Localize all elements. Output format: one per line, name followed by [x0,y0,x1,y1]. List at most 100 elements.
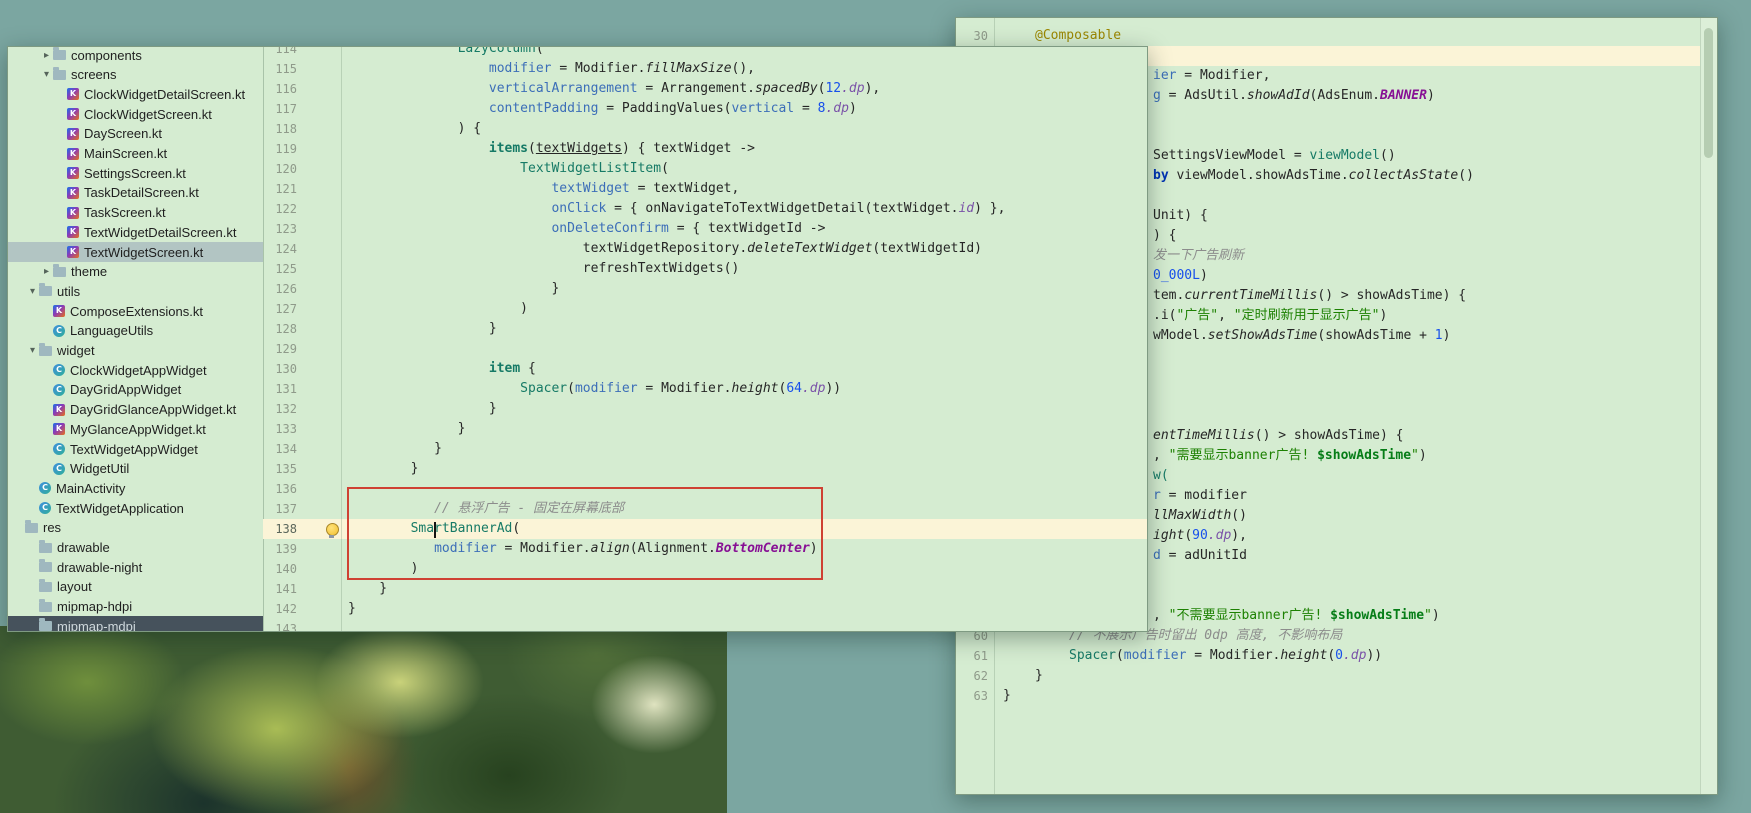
right-code-row-52[interactable]: w( [1153,466,1169,486]
intention-bulb-icon[interactable] [326,523,339,536]
code-line-130[interactable]: item { [348,359,536,379]
line-number-141[interactable]: 141 [263,579,297,599]
tree-item-settingsscreen-kt[interactable]: KSettingsScreen.kt [8,163,263,183]
code-line-142[interactable]: } [348,599,356,619]
code-line-124[interactable]: textWidgetRepository.deleteTextWidget(te… [348,239,982,259]
tree-item-res[interactable]: res [8,518,263,538]
code-line-116[interactable]: verticalArrangement = Arrangement.spaced… [348,79,880,99]
tree-item-layout[interactable]: layout [8,577,263,597]
tree-item-composeextensions-kt[interactable]: KComposeExtensions.kt [8,301,263,321]
code-line-128[interactable]: } [348,319,497,339]
chevron-right-icon[interactable]: ▸ [40,266,53,277]
line-number-137[interactable]: 137 [263,499,297,519]
code-line-122[interactable]: onClick = { onNavigateToTextWidgetDetail… [348,199,1005,219]
line-number-30[interactable]: 30 [956,26,988,46]
code-line-134[interactable]: } [348,439,442,459]
line-number-114[interactable]: 114 [263,46,297,59]
line-number-131[interactable]: 131 [263,379,297,399]
code-line-117[interactable]: contentPadding = PaddingValues(vertical … [348,99,857,119]
right-code-row-61[interactable]: Spacer(modifier = Modifier.height(0.dp)) [1069,646,1382,666]
tree-item-dayscreen-kt[interactable]: KDayScreen.kt [8,124,263,144]
tree-item-clockwidgetdetailscreen-kt[interactable]: KClockWidgetDetailScreen.kt [8,84,263,104]
tree-item-widgetutil[interactable]: CWidgetUtil [8,459,263,479]
line-number-143[interactable]: 143 [263,619,297,632]
line-number-124[interactable]: 124 [263,239,297,259]
tree-item-languageutils[interactable]: CLanguageUtils [8,321,263,341]
line-number-63[interactable]: 63 [956,686,988,706]
code-line-123[interactable]: onDeleteConfirm = { textWidgetId -> [348,219,825,239]
line-number-119[interactable]: 119 [263,139,297,159]
line-number-130[interactable]: 130 [263,359,297,379]
code-line-126[interactable]: } [348,279,559,299]
line-number-128[interactable]: 128 [263,319,297,339]
line-number-139[interactable]: 139 [263,539,297,559]
tree-item-mipmap-mdpi[interactable]: mipmap-mdpi [8,616,263,631]
right-code-row-63[interactable]: } [1003,686,1011,706]
right-code-row-51[interactable]: , "需要显示banner广告! $showAdsTime") [1153,446,1427,466]
right-code-row-50[interactable]: entTimeMillis() > showAdsTime) { [1153,426,1403,446]
code-line-141[interactable]: } [348,579,387,599]
right-code-row-54[interactable]: llMaxWidth() [1153,506,1247,526]
code-line-135[interactable]: } [348,459,418,479]
tree-item-taskscreen-kt[interactable]: KTaskScreen.kt [8,203,263,223]
line-number-61[interactable]: 61 [956,646,988,666]
line-number-120[interactable]: 120 [263,159,297,179]
tree-item-clockwidgetscreen-kt[interactable]: KClockWidgetScreen.kt [8,104,263,124]
right-code-row-42[interactable]: 0_000L) [1153,266,1208,286]
right-code-row-56[interactable]: d = adUnitId [1153,546,1247,566]
right-code-row-62[interactable]: } [1035,666,1043,686]
code-line-119[interactable]: items(textWidgets) { textWidget -> [348,139,755,159]
line-number-116[interactable]: 116 [263,79,297,99]
line-number-129[interactable]: 129 [263,339,297,359]
right-code-row-44[interactable]: .i("广告", "定时刷新用于显示广告") [1153,306,1387,326]
code-line-114[interactable]: LazyColumn( [348,46,544,59]
tree-item-components[interactable]: ▸components [8,47,263,65]
code-line-120[interactable]: TextWidgetListItem( [348,159,669,179]
line-number-123[interactable]: 123 [263,219,297,239]
line-number-122[interactable]: 122 [263,199,297,219]
code-line-133[interactable]: } [348,419,465,439]
tree-item-daygridappwidget[interactable]: CDayGridAppWidget [8,380,263,400]
right-code-row-30[interactable]: @Composable [1035,26,1121,46]
scrollbar-thumb[interactable] [1704,28,1713,158]
line-number-125[interactable]: 125 [263,259,297,279]
right-code-row-36[interactable]: SettingsViewModel = viewModel() [1153,146,1396,166]
chevron-down-icon[interactable]: ▾ [40,69,53,80]
code-line-115[interactable]: modifier = Modifier.fillMaxSize(), [348,59,755,79]
right-code-row-37[interactable]: by viewModel.showAdsTime.collectAsState(… [1153,166,1474,186]
right-code-row-55[interactable]: ight(90.dp), [1153,526,1247,546]
line-number-135[interactable]: 135 [263,459,297,479]
tree-item-widget[interactable]: ▾widget [8,341,263,361]
code-line-125[interactable]: refreshTextWidgets() [348,259,739,279]
line-number-118[interactable]: 118 [263,119,297,139]
chevron-down-icon[interactable]: ▾ [26,286,39,297]
right-code-row-43[interactable]: tem.currentTimeMillis() > showAdsTime) { [1153,286,1466,306]
line-number-117[interactable]: 117 [263,99,297,119]
tree-item-mipmap-hdpi[interactable]: mipmap-hdpi [8,597,263,617]
tree-item-textwidgetapplication[interactable]: CTextWidgetApplication [8,498,263,518]
tree-item-screens[interactable]: ▾screens [8,65,263,85]
tree-item-clockwidgetappwidget[interactable]: CClockWidgetAppWidget [8,360,263,380]
line-number-138[interactable]: 138 [263,519,297,539]
tree-item-textwidgetappwidget[interactable]: CTextWidgetAppWidget [8,439,263,459]
line-number-127[interactable]: 127 [263,299,297,319]
right-code-row-53[interactable]: r = modifier [1153,486,1247,506]
line-number-133[interactable]: 133 [263,419,297,439]
tree-item-utils[interactable]: ▾utils [8,281,263,301]
line-number-62[interactable]: 62 [956,666,988,686]
tree-item-textwidgetdetailscreen-kt[interactable]: KTextWidgetDetailScreen.kt [8,222,263,242]
line-number-134[interactable]: 134 [263,439,297,459]
tree-item-textwidgetscreen-kt[interactable]: KTextWidgetScreen.kt [8,242,263,262]
right-code-row-59[interactable]: , "不需要显示banner广告! $showAdsTime") [1153,606,1440,626]
tree-item-drawable-night[interactable]: drawable-night [8,557,263,577]
code-line-132[interactable]: } [348,399,497,419]
tree-item-theme[interactable]: ▸theme [8,262,263,282]
chevron-right-icon[interactable]: ▸ [40,50,53,61]
line-number-126[interactable]: 126 [263,279,297,299]
code-line-127[interactable]: ) [348,299,528,319]
line-number-115[interactable]: 115 [263,59,297,79]
right-code-row-32[interactable]: ier = Modifier, [1153,66,1270,86]
code-line-131[interactable]: Spacer(modifier = Modifier.height(64.dp)… [348,379,841,399]
right-code-row-41[interactable]: 发一下广告刷新 [1153,246,1244,266]
code-line-118[interactable]: ) { [348,119,481,139]
